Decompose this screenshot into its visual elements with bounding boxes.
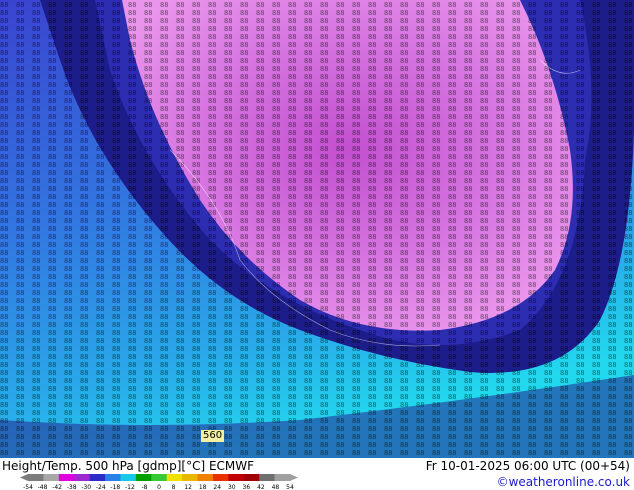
weather-map: 88 xyxy=(0,0,634,458)
scale-tick-label: 12 xyxy=(184,484,192,490)
scale-tick-label: -30 xyxy=(81,484,91,490)
scale-tick-label: 18 xyxy=(199,484,207,490)
map-title: Height/Temp. 500 hPa [gdmp][°C] ECMWF xyxy=(2,459,255,473)
scale-swatch xyxy=(166,474,183,481)
scale-tick-label: 8 xyxy=(172,484,176,490)
scale-tick-label: -18 xyxy=(110,484,120,490)
scale-tick-label: -54 xyxy=(23,484,33,490)
scale-tick-label: -8 xyxy=(141,484,147,490)
scale-swatch xyxy=(243,474,260,481)
scale-tick-label: 0 xyxy=(157,484,161,490)
scale-tick-label: 42 xyxy=(257,484,265,490)
contour-label: 560 xyxy=(201,430,225,442)
scale-tick-label: 24 xyxy=(213,484,221,490)
scale-swatch xyxy=(259,474,276,481)
scale-swatch xyxy=(135,474,152,481)
scale-swatch xyxy=(28,474,44,481)
scale-tick-label: -24 xyxy=(96,484,106,490)
scale-tick-label: -42 xyxy=(52,484,62,490)
source-credit[interactable]: ©weatheronline.co.uk xyxy=(497,475,630,489)
scale-swatch xyxy=(89,474,106,481)
scale-swatch xyxy=(120,474,137,481)
scale-swatch xyxy=(105,474,121,481)
scale-swatch xyxy=(212,474,229,481)
scale-tick-label: 36 xyxy=(243,484,251,490)
scale-swatch xyxy=(274,474,291,481)
scale-swatch xyxy=(228,474,245,481)
scale-arrow-left xyxy=(20,474,28,481)
scale-tick-label: -48 xyxy=(38,484,48,490)
scale-tick-label: -12 xyxy=(125,484,135,490)
scale-swatch xyxy=(58,474,75,481)
scale-tick-label: -38 xyxy=(67,484,77,490)
scale-arrow-right xyxy=(290,474,298,481)
scale-swatch xyxy=(197,474,214,481)
scale-swatch xyxy=(182,474,199,481)
scale-tick-label: 30 xyxy=(228,484,236,490)
scale-swatch xyxy=(43,474,60,481)
scale-tick-label: 48 xyxy=(272,484,280,490)
map-timestamp: Fr 10-01-2025 06:00 UTC (00+54) xyxy=(425,459,630,473)
footer: Height/Temp. 500 hPa [gdmp][°C] ECMWF Fr… xyxy=(0,458,634,490)
scale-tick-label: 54 xyxy=(286,484,294,490)
color-scale: -54 -48 -42 -38 -30 -24 -18 -12 -8 0 8 12 18 24 30 36 42… xyxy=(20,474,298,490)
scale-swatch xyxy=(151,474,168,481)
scale-swatch xyxy=(74,474,91,481)
digit-overlay xyxy=(0,0,634,458)
